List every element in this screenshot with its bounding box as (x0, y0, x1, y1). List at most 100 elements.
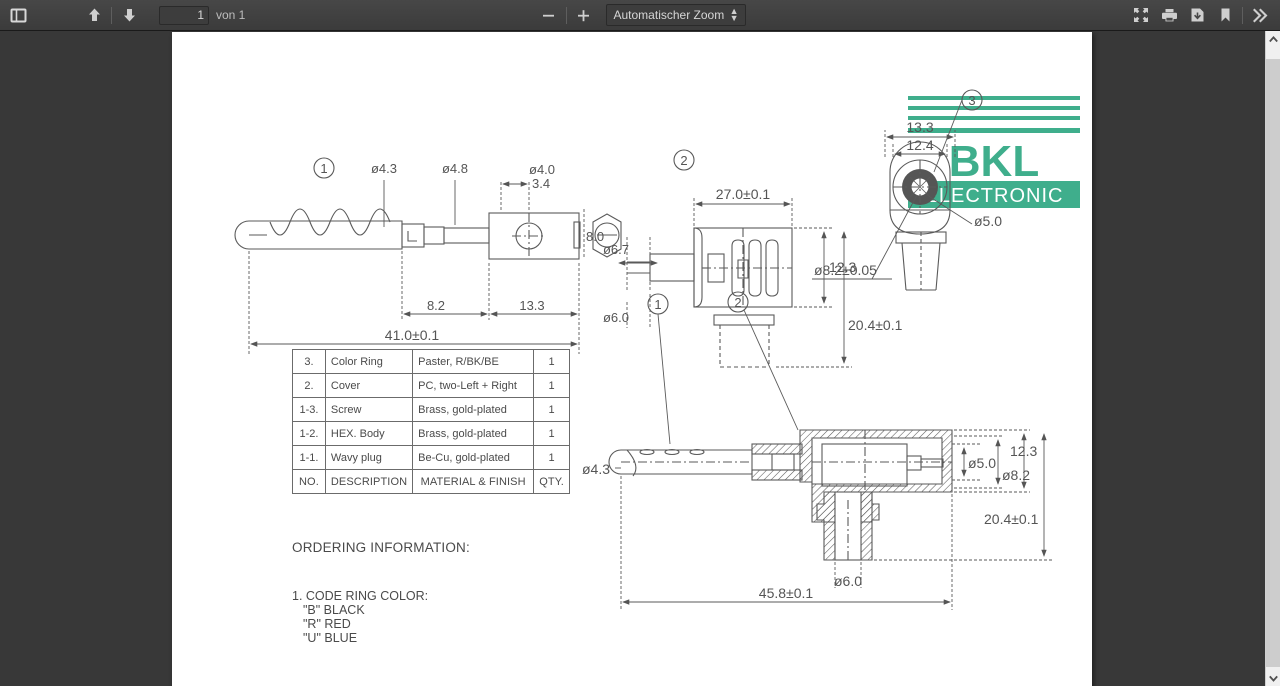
dim-27-label: 27.0±0.1 (716, 186, 771, 202)
minus-icon (543, 14, 554, 17)
page-number-input[interactable] (159, 5, 209, 25)
assembly-balloon-2-label: 2 (734, 295, 741, 310)
print-button[interactable] (1155, 3, 1183, 28)
cell-mat: Brass, gold-plated (412, 397, 535, 422)
dim-d60-label: ø6.0 (603, 310, 629, 325)
detail-1-drawing: 1 ø4.3 ø4.8 ø4.0 3.4 8.0 8.2 13.3 41.0±0… (234, 157, 622, 354)
balloon-2-label: 2 (680, 153, 687, 168)
detail-2-drawing: 2 ø6.7 ø6.0 27.0±0.1 12.3 20.4±0.1 (603, 149, 903, 368)
cell-no: 3. (292, 349, 326, 374)
toolbar-right-group (1127, 3, 1280, 28)
scrollbar-thumb[interactable] (1266, 59, 1280, 667)
asm-dim-overall-label: 45.8±0.1 (759, 585, 814, 601)
scroll-up-button[interactable] (1266, 31, 1280, 47)
parts-table-body: 3. Color Ring Paster, R/BK/BE 1 2. Cover… (292, 349, 570, 494)
asm-dim-d60-label: ø6.0 (834, 573, 862, 589)
ordering-line-1: 1. CODE RING COLOR: (292, 589, 429, 603)
parts-table: 3. Color Ring Paster, R/BK/BE 1 2. Cover… (292, 349, 570, 494)
dim-82-label: 8.2 (427, 298, 445, 313)
cell-qty: 1 (533, 445, 570, 470)
cell-desc: Wavy plug (324, 445, 414, 470)
dim-80-label: 8.0 (586, 229, 604, 244)
header-desc: DESCRIPTION (324, 469, 414, 494)
fullscreen-icon (1134, 8, 1148, 22)
dim-d50-label: ø5.0 (974, 213, 1002, 229)
next-page-button[interactable] (115, 3, 143, 28)
cell-mat: Brass, gold-plated (412, 421, 535, 446)
download-button[interactable] (1183, 3, 1211, 28)
pdf-viewer-area[interactable]: BKL ELECTRONIC 1 ø4.3 ø4.8 ø4.0 3.4 8.0 … (0, 31, 1265, 686)
dim-124-label: 12.4 (906, 137, 933, 153)
ordering-line-4: "U" BLUE (303, 631, 358, 645)
cell-no: 2. (292, 373, 326, 398)
pdf-toolbar: von 1 Automatischer Zoom ▲▼ (0, 0, 1280, 31)
zoom-in-button[interactable] (570, 3, 598, 28)
zoom-out-button[interactable] (535, 3, 563, 28)
cell-qty: 1 (533, 349, 570, 374)
dim-d48-label: ø4.8 (442, 161, 468, 176)
scroll-down-button[interactable] (1266, 670, 1280, 686)
zoom-level-value: Automatischer Zoom (613, 8, 725, 22)
cell-qty: 1 (533, 397, 570, 422)
cell-mat: PC, two-Left + Right (412, 373, 535, 398)
header-no: NO. (292, 469, 326, 494)
table-row: 1-3. Screw Brass, gold-plated 1 (292, 397, 570, 422)
chevron-up-icon (1268, 35, 1278, 42)
vertical-scrollbar[interactable] (1265, 31, 1280, 686)
table-row: 1-2. HEX. Body Brass, gold-plated 1 (292, 421, 570, 446)
cell-desc: Screw (324, 397, 414, 422)
bookmark-icon (1221, 8, 1229, 22)
dim-d40-label: ø4.0 (529, 162, 555, 177)
toolbar-separator (1242, 6, 1243, 24)
cell-no: 1-3. (292, 397, 326, 422)
page-count-label: von 1 (216, 8, 246, 22)
page-navigation: von 1 (159, 5, 246, 25)
table-row: 3. Color Ring Paster, R/BK/BE 1 (292, 349, 570, 374)
header-qty: QTY. (533, 469, 570, 494)
sidebar-icon (10, 8, 26, 22)
plus-icon (578, 9, 589, 21)
table-row: 1-1. Wavy plug Be-Cu, gold-plated 1 (292, 445, 570, 470)
balloon-3-label: 3 (968, 93, 975, 108)
ordering-heading: ORDERING INFORMATION: (292, 540, 470, 555)
dim-133-label: 13.3 (519, 298, 544, 313)
dim-overall-41-label: 41.0±0.1 (385, 327, 440, 343)
sidebar-toggle-button[interactable] (4, 3, 32, 28)
cell-no: 1-1. (292, 445, 326, 470)
header-mat: MATERIAL & FINISH (412, 469, 535, 494)
table-header-row: NO. DESCRIPTION MATERIAL & FINISH QTY. (292, 469, 570, 494)
table-row: 2. Cover PC, two-Left + Right 1 (292, 373, 570, 398)
pdf-page: BKL ELECTRONIC 1 ø4.3 ø4.8 ø4.0 3.4 8.0 … (172, 32, 1092, 686)
toolbar-separator (565, 6, 567, 24)
previous-page-button[interactable] (80, 3, 108, 28)
presentation-mode-button[interactable] (1127, 3, 1155, 28)
arrow-down-icon (123, 9, 135, 22)
more-tools-button[interactable] (1246, 3, 1274, 28)
cell-desc: HEX. Body (324, 421, 414, 446)
cell-no: 1-2. (292, 421, 326, 446)
technical-drawing-sheet: BKL ELECTRONIC 1 ø4.3 ø4.8 ø4.0 3.4 8.0 … (172, 32, 1092, 686)
asm-dim-123-label: 12.3 (1010, 443, 1037, 459)
arrow-up-icon (88, 8, 100, 21)
cell-qty: 1 (533, 373, 570, 398)
dim-204-label: 20.4±0.1 (848, 317, 903, 333)
toolbar-left-group: von 1 (0, 3, 245, 28)
cell-mat: Paster, R/BK/BE (412, 349, 535, 374)
zoom-level-select[interactable]: Automatischer Zoom ▲ ▼ (605, 4, 746, 26)
assembly-drawing: 1 2 ø4.3 ø5.0 ø8.2 12.3 20.4±0.1 ø6.0 45… (582, 291, 1052, 610)
asm-dim-d43-label: ø4.3 (582, 461, 610, 477)
cell-mat: Be-Cu, gold-plated (412, 445, 535, 470)
ordering-line-2: "B" BLACK (303, 603, 365, 617)
cell-qty: 1 (533, 421, 570, 446)
printer-icon (1161, 9, 1177, 22)
chevron-down-icon (1268, 675, 1278, 682)
toolbar-separator (111, 6, 112, 24)
bookmark-button[interactable] (1211, 3, 1239, 28)
dim-34-label: 3.4 (532, 176, 550, 191)
download-icon (1191, 8, 1203, 22)
dim-d43-label: ø4.3 (371, 161, 397, 176)
asm-dim-d82-label: ø8.2 (1002, 467, 1030, 483)
dim-d67-label: ø6.7 (603, 242, 629, 257)
ordering-line-3: "R" RED (303, 617, 351, 631)
double-chevron-right-icon (1252, 8, 1267, 22)
